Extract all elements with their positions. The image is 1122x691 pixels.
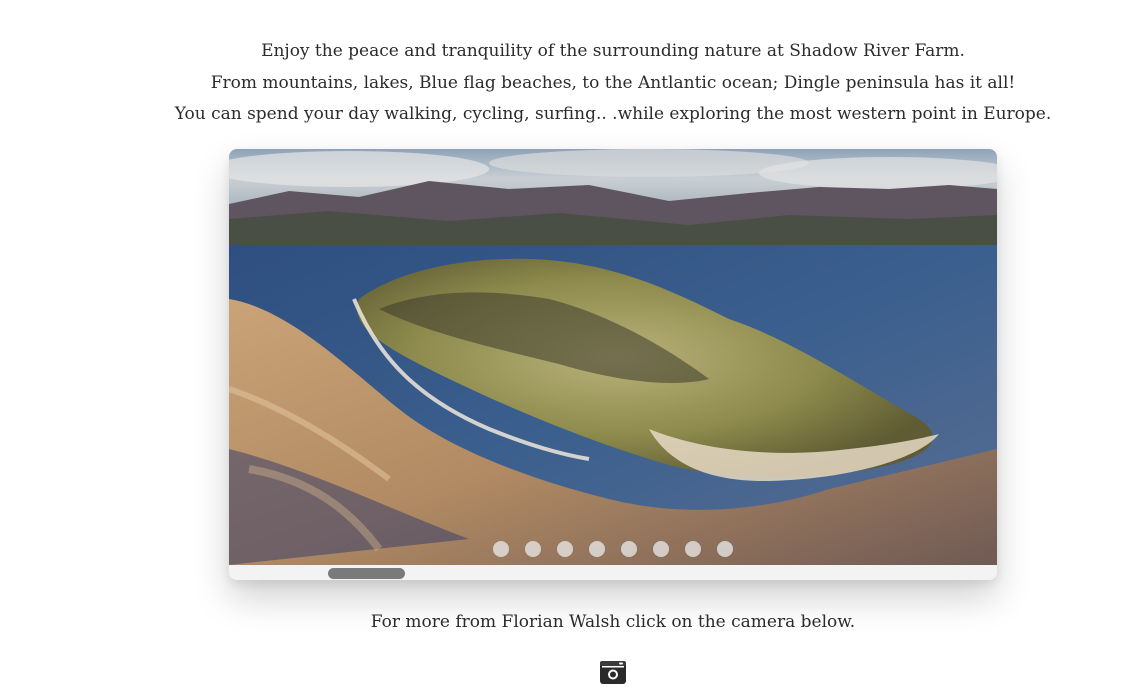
intro-line-2: From mountains, lakes, Blue flag beaches… — [210, 72, 1016, 93]
slider-dot-3[interactable] — [557, 541, 573, 557]
slider-dots — [229, 541, 997, 557]
horizontal-scrollbar[interactable] — [229, 565, 997, 580]
slider-dot-8[interactable] — [717, 541, 733, 557]
more-photos-text: For more from Florian Walsh click on the… — [370, 612, 856, 632]
intro-text: Enjoy the peace and tranquility of the s… — [0, 36, 1122, 131]
camera-icon[interactable] — [598, 658, 628, 686]
intro-line-3: You can spend your day walking, cycling,… — [174, 104, 1052, 124]
slider-dot-1[interactable] — [493, 541, 509, 557]
slider-dot-4[interactable] — [589, 541, 605, 557]
page: Enjoy the peace and tranquility of the s… — [0, 0, 1122, 691]
slide-image-aerial-landscape — [229, 149, 997, 565]
intro-line-1: Enjoy the peace and tranquility of the s… — [261, 41, 965, 61]
slider-dot-6[interactable] — [653, 541, 669, 557]
slider-dot-7[interactable] — [685, 541, 701, 557]
scrollbar-thumb[interactable] — [328, 568, 405, 579]
slider-dot-2[interactable] — [525, 541, 541, 557]
image-slider[interactable] — [229, 149, 997, 580]
slider-dot-5[interactable] — [621, 541, 637, 557]
